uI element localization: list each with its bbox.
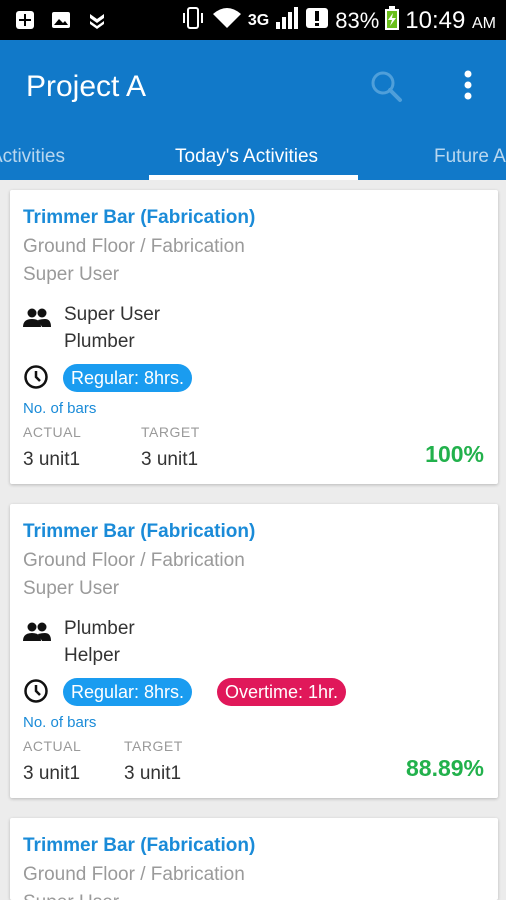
assigned-person: Helper (64, 645, 120, 666)
network-type: 3G (247, 12, 270, 29)
add-notification-icon (14, 9, 36, 31)
activity-title: Trimmer Bar (Fabrication) (23, 207, 256, 228)
target-value: 3 unit1 (124, 763, 182, 784)
page-title: Project A (26, 70, 147, 103)
measure-label: No. of bars (23, 714, 97, 731)
more-options-button[interactable] (452, 66, 484, 106)
wifi-icon (212, 6, 242, 36)
actual-label: ACTUAL (23, 424, 82, 440)
battery-icon (385, 6, 400, 36)
tab-activities[interactable]: Activities (0, 146, 65, 168)
battery-percent: 83% (335, 8, 380, 33)
target-value: 3 unit1 (141, 449, 199, 470)
assigned-person: Super User (64, 304, 161, 325)
actual-value: 3 unit1 (23, 763, 81, 784)
activity-owner: Super User (23, 578, 120, 599)
assigned-person: Plumber (64, 331, 135, 352)
activity-location: Ground Floor / Fabrication (23, 550, 245, 571)
search-icon (371, 71, 402, 102)
activity-location: Ground Floor / Fabrication (23, 864, 245, 885)
people-icon (23, 622, 51, 641)
overtime-hours-badge: Overtime: 1hr. (217, 678, 347, 706)
activity-card[interactable]: Trimmer Bar (Fabrication) Ground Floor /… (10, 504, 498, 798)
target-label: TARGET (141, 424, 200, 440)
target-label: TARGET (124, 738, 183, 754)
status-bar: 3G 83% 10:49 AM (0, 0, 506, 40)
image-notification-icon (50, 9, 72, 31)
actual-value: 3 unit1 (23, 449, 81, 470)
assigned-person: Plumber (64, 618, 135, 639)
activity-title: Trimmer Bar (Fabrication) (23, 521, 256, 542)
regular-hours-badge: Regular: 8hrs. (63, 364, 193, 392)
actual-label: ACTUAL (23, 738, 82, 754)
tab-indicator (149, 175, 358, 180)
signal-icon (275, 6, 299, 36)
completion-percent: 100% (425, 441, 484, 467)
download-notification-icon (86, 9, 108, 31)
notification-icons (14, 9, 108, 31)
tab-todays-activities[interactable]: Today's Activities (175, 146, 318, 168)
more-vertical-icon (464, 70, 472, 100)
system-status: 3G 83% 10:49 AM (180, 6, 496, 36)
people-icon (23, 308, 51, 327)
tab-bar: Activities Today's Activities Future Act… (0, 128, 506, 180)
activity-location: Ground Floor / Fabrication (23, 236, 245, 257)
clock-icon (24, 679, 48, 703)
activity-card[interactable]: Trimmer Bar (Fabrication) Ground Floor /… (10, 190, 498, 484)
completion-percent: 88.89% (405, 755, 484, 781)
regular-hours-badge: Regular: 8hrs. (63, 678, 193, 706)
vibrate-icon (180, 6, 206, 36)
clock-icon (24, 365, 48, 389)
activity-title: Trimmer Bar (Fabrication) (23, 835, 256, 856)
alert-icon (305, 6, 329, 36)
activity-owner: Super User (23, 892, 119, 900)
measure-label: No. of bars (23, 400, 97, 417)
tab-future-activities[interactable]: Future Activities (434, 146, 506, 168)
app-bar: Project A (0, 40, 506, 128)
activity-owner: Super User (23, 264, 120, 285)
clock: 10:49 AM (405, 7, 496, 34)
search-button[interactable] (366, 66, 406, 106)
activity-card[interactable]: Trimmer Bar (Fabrication) Ground Floor /… (10, 818, 498, 900)
